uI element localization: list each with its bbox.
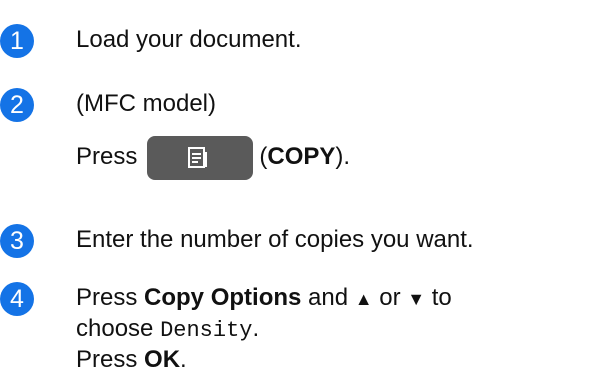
ok-key: OK [144,346,181,373]
copy-document-icon [188,146,208,168]
copy-options-key: Copy Options [144,284,302,311]
step-text-line-3: Press OK. [76,346,187,374]
step-text: Enter the number of copies you want. [76,226,474,253]
and-label: and [308,284,349,311]
step-number-badge: 4 [0,282,34,316]
step-text-line-1: Press Copy Options and ▲ or ▼ to [76,284,452,313]
period: . [180,346,187,373]
press-label: Press [76,284,138,311]
step-number-badge: 2 [0,88,34,122]
period: . [252,315,260,342]
up-arrow-icon: ▲ [354,289,373,309]
press-label: Press [76,143,138,170]
step-text: (MFC model) [76,90,217,117]
density-setting: Density [160,318,253,343]
to-label: to [431,284,452,311]
copy-button-name: COPY [267,143,336,170]
step-text-press-copy: Press (COPY). [76,135,350,180]
press-label: Press [76,346,138,373]
step-text-line-2: choose Density. [76,315,259,345]
choose-label: choose [76,315,154,342]
step-number-badge: 3 [0,224,34,258]
paren-close: ). [335,143,351,170]
down-arrow-icon: ▼ [407,289,426,309]
step-text: Load your document. [76,26,302,53]
step-number-badge: 1 [0,24,34,58]
or-label: or [379,284,401,311]
copy-button [147,135,254,180]
